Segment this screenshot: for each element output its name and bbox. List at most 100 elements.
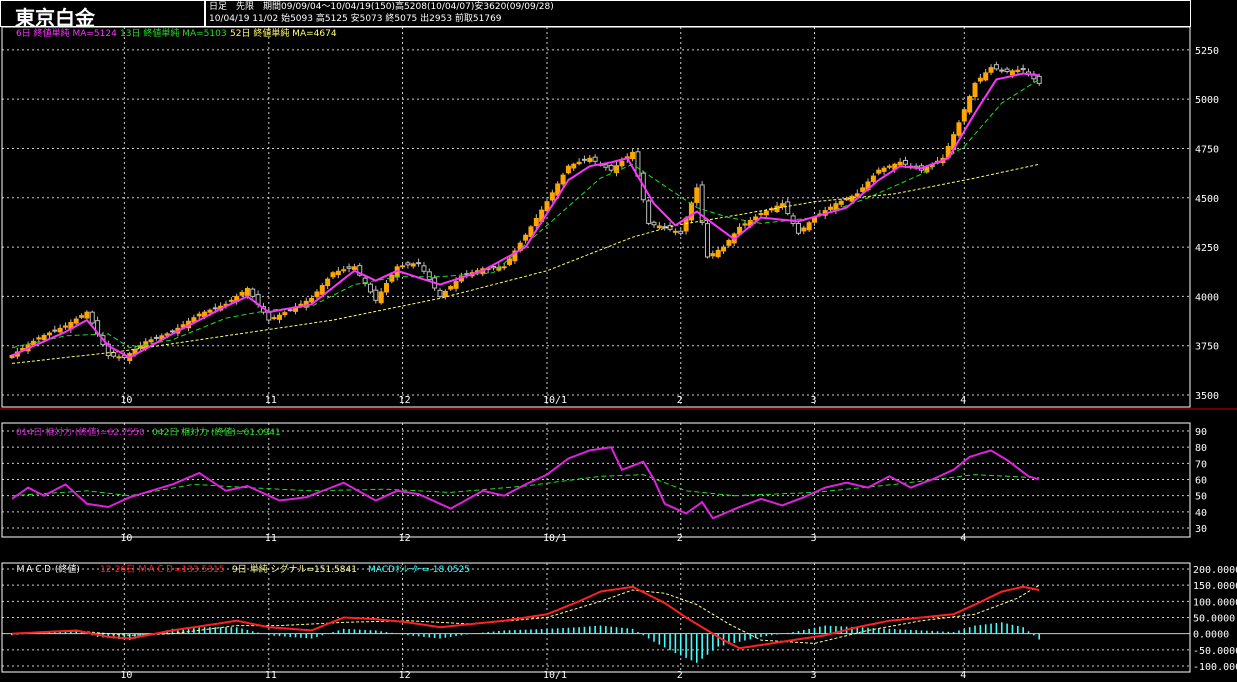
rsi-tick-label: 50 xyxy=(1195,492,1207,503)
macd-chart xyxy=(11,584,1040,663)
legend-oscillator: MACDｵｼﾚｰﾀｰ=-18.0525 xyxy=(368,564,470,575)
legend-macd: 12-26日 ＭＡＣＤ=133.5315 xyxy=(100,564,225,575)
rsi-tick-label: 80 xyxy=(1195,443,1207,454)
legend-ma13: 13日 終値単純 MA=5103 xyxy=(120,27,227,39)
candle-body xyxy=(448,286,454,290)
candle-body xyxy=(84,311,90,319)
candle-body xyxy=(250,288,256,297)
candle-body xyxy=(565,165,571,174)
x-tick-label: 12 xyxy=(399,395,411,406)
candle-body xyxy=(785,201,791,215)
candle-body xyxy=(705,223,710,258)
rsi-tick-label: 70 xyxy=(1195,459,1207,470)
candle-body xyxy=(36,337,42,340)
candle-body xyxy=(282,312,288,316)
candle-body xyxy=(549,192,555,201)
candle-body xyxy=(806,222,812,231)
candle-body xyxy=(89,311,95,324)
candle-body xyxy=(961,109,967,122)
x-tick-label: 3 xyxy=(811,533,817,544)
candle-body xyxy=(367,283,373,293)
macd-line xyxy=(11,585,1040,650)
candle-body xyxy=(1020,67,1026,71)
candle-body xyxy=(325,278,331,287)
rsi-tick-label: 90 xyxy=(1195,427,1207,438)
candle-body xyxy=(52,329,58,332)
candle-body xyxy=(63,325,68,328)
candle-body xyxy=(41,334,47,341)
candle-body xyxy=(111,352,117,357)
signal-line xyxy=(11,584,1040,644)
x-tick-label: 10/1 xyxy=(543,670,567,681)
macd-tick-label: 0.0000 xyxy=(1193,630,1229,641)
macd-tick-label: -50.0000 xyxy=(1193,646,1237,657)
candle-body xyxy=(79,315,85,318)
candle-body xyxy=(678,230,684,234)
candle-body xyxy=(801,227,807,232)
candle-body xyxy=(581,158,587,161)
candle-body xyxy=(196,313,202,317)
candle-body xyxy=(977,77,983,82)
candle-body xyxy=(244,288,250,296)
x-tick-label: 10/1 xyxy=(543,533,567,544)
candle-body xyxy=(523,234,529,241)
macd-tick-label: 100.0000 xyxy=(1193,597,1237,608)
candle-body xyxy=(416,262,422,265)
legend-rsi14: 014日 相対力 (終値)=62.7550 xyxy=(16,426,145,438)
candle-body xyxy=(421,265,427,272)
x-tick-label: 10/1 xyxy=(543,395,567,406)
candle-body xyxy=(1009,70,1015,76)
candle-body xyxy=(886,165,892,168)
candle-body xyxy=(426,271,432,281)
candle-body xyxy=(897,161,903,166)
x-tick-label: 12 xyxy=(399,670,411,681)
candle-body xyxy=(148,339,154,343)
candle-body xyxy=(999,69,1005,72)
x-tick-label: 12 xyxy=(399,533,411,544)
price-tick-label: 5000 xyxy=(1195,95,1219,106)
candle-body xyxy=(309,297,315,303)
x-tick-label: 2 xyxy=(677,670,683,681)
candle-body xyxy=(560,174,566,185)
candle-body xyxy=(1004,68,1010,73)
candle-body xyxy=(335,270,341,275)
candle-body xyxy=(646,200,652,224)
candle-body xyxy=(993,64,999,70)
legend-signal: 9日 単純 シグナル=151.5841 xyxy=(232,563,357,575)
candle-body xyxy=(592,156,598,162)
candle-body xyxy=(1015,69,1021,72)
x-tick-label: 4 xyxy=(960,670,966,681)
candle-body xyxy=(988,67,994,73)
candle-body xyxy=(73,318,79,324)
candle-body xyxy=(437,289,443,297)
candle-body xyxy=(314,291,320,298)
candle-body xyxy=(688,202,694,221)
grid-lines xyxy=(2,27,1190,672)
candle-body xyxy=(330,272,336,278)
candle-body xyxy=(715,249,721,258)
candle-body xyxy=(239,291,245,296)
candle-body xyxy=(849,195,855,202)
candle-body xyxy=(902,160,908,165)
candle-body xyxy=(277,314,282,320)
candle-body xyxy=(153,336,159,339)
candle-body xyxy=(656,225,662,229)
candle-body xyxy=(378,291,384,304)
candle-body xyxy=(967,96,973,113)
candle-body xyxy=(501,266,507,269)
price-panel-frame xyxy=(1,26,1191,408)
candle-body xyxy=(266,311,272,321)
candle-body xyxy=(400,265,406,268)
candle-body xyxy=(442,290,448,297)
candle-body xyxy=(721,246,727,252)
legend-macd-title: ＭＡＣＤ (終値) xyxy=(16,563,80,575)
price-chart xyxy=(9,61,1042,365)
candle-body xyxy=(763,210,769,216)
candle-body xyxy=(576,161,582,165)
candle-body xyxy=(972,82,978,98)
x-tick-label: 2 xyxy=(677,533,683,544)
x-tick-label: 2 xyxy=(677,395,683,406)
candle-body xyxy=(779,203,785,208)
candle-body xyxy=(758,213,764,216)
candle-body xyxy=(571,163,577,169)
